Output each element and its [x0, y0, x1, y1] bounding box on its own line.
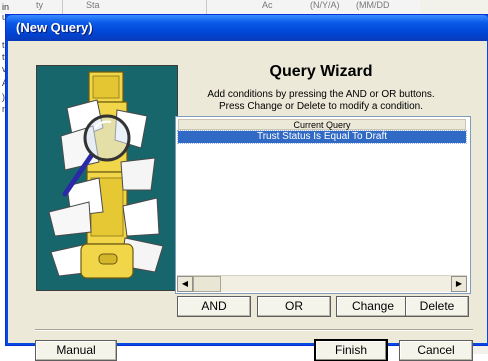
background-column-divider — [62, 0, 63, 14]
dialog-divider — [35, 329, 473, 331]
background-header-text: Ac — [262, 0, 273, 10]
manual-button[interactable]: Manual — [35, 340, 117, 361]
scroll-right-icon[interactable]: ▶ — [451, 276, 467, 292]
query-condition-row[interactable]: Trust Status Is Equal To Draft — [177, 130, 467, 144]
background-column-divider — [206, 0, 207, 14]
background-header-text: Sta — [86, 0, 100, 10]
delete-button-label: Delete — [419, 299, 455, 313]
current-query-list[interactable]: Current Query Trust Status Is Equal To D… — [175, 116, 471, 294]
background-header-text: ty — [36, 0, 44, 10]
dialog-title: (New Query) — [16, 20, 93, 35]
wizard-heading: Query Wizard — [269, 63, 373, 80]
cancel-button[interactable]: Cancel — [399, 340, 473, 361]
background-column-header: ty Sta Ac (N/Y/A) (MM/DD — [0, 0, 488, 14]
cancel-button-label: Cancel — [417, 343, 455, 357]
dialog-client-area: Query Wizard Add conditions by pressing … — [9, 41, 486, 361]
query-list-header[interactable]: Current Query — [178, 119, 466, 130]
or-button-label: OR — [285, 299, 303, 313]
change-button[interactable]: Change — [336, 296, 410, 317]
finish-button[interactable]: Finish — [315, 340, 387, 361]
instruction-line-2: Press Change or Delete to modify a condi… — [219, 101, 423, 112]
and-button-label: AND — [201, 299, 227, 313]
background-text-fragment: in — [2, 2, 10, 12]
background-header-text: (MM/DD — [356, 0, 390, 10]
query-wizard-dialog: (New Query) Query Wizard Add conditions … — [5, 14, 488, 361]
manual-button-label: Manual — [56, 343, 96, 357]
file-cabinet-magnifier-illustration — [48, 71, 164, 279]
dialog-title-bar[interactable]: (New Query) — [6, 15, 488, 41]
instruction-line-1: Add conditions by pressing the AND or OR… — [207, 89, 435, 100]
finish-button-label: Finish — [334, 343, 367, 357]
horizontal-scrollbar[interactable]: ◀ ▶ — [177, 275, 467, 292]
background-header-text: (N/Y/A) — [310, 0, 340, 10]
wizard-illustration — [36, 65, 178, 291]
change-button-label: Change — [351, 299, 395, 313]
and-button[interactable]: AND — [177, 296, 251, 317]
scroll-left-icon[interactable]: ◀ — [177, 276, 193, 292]
or-button[interactable]: OR — [257, 296, 331, 317]
scrollbar-thumb[interactable] — [193, 276, 221, 292]
delete-button[interactable]: Delete — [405, 296, 469, 317]
